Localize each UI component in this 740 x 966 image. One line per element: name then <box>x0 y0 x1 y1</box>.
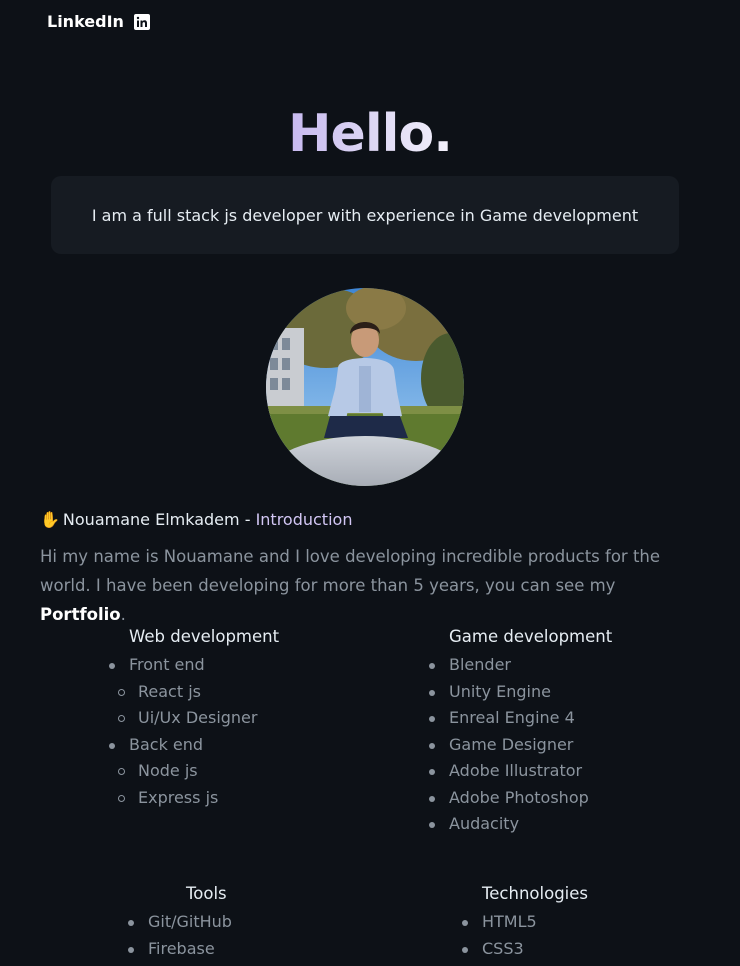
game-development-list: Blender Unity Engine Enreal Engine 4 Gam… <box>429 652 612 838</box>
hero-title: Hello. <box>0 104 740 164</box>
list-item: Blender <box>429 652 612 679</box>
list-item: Git/GitHub <box>128 909 232 936</box>
intro-end: . <box>120 605 126 624</box>
list-item: Adobe Photoshop <box>429 785 612 812</box>
list-item: Node js <box>109 758 279 785</box>
tools-list: Git/GitHub Firebase <box>128 909 232 962</box>
list-item: Game Designer <box>429 732 612 759</box>
heading-separator: - <box>239 510 256 529</box>
list-item: Audacity <box>429 811 612 838</box>
list-item: Front end <box>109 652 279 679</box>
top-nav: LinkedIn <box>47 12 150 31</box>
list-item: Unity Engine <box>429 679 612 706</box>
list-item: Firebase <box>128 936 232 963</box>
game-development-title: Game development <box>449 627 613 646</box>
intro-section-label: Introduction <box>255 510 353 529</box>
portfolio-link[interactable]: Portfolio <box>40 605 121 624</box>
list-item: HTML5 <box>462 909 588 936</box>
list-item: Enreal Engine 4 <box>429 705 612 732</box>
portfolio-page: LinkedIn Hello. I am a full stack js dev… <box>0 0 740 966</box>
list-item: Express js <box>109 785 279 812</box>
linkedin-icon[interactable] <box>133 13 150 30</box>
tools-title: Tools <box>186 884 227 903</box>
list-item: Back end <box>109 732 279 759</box>
intro-text: Hi my name is Nouamane and I love develo… <box>40 547 661 595</box>
profile-photo-image <box>266 288 464 486</box>
tools-column: Tools Git/GitHub Firebase <box>128 884 232 962</box>
hero-greeting: Hello. <box>288 104 453 164</box>
linkedin-link[interactable]: LinkedIn <box>47 12 124 31</box>
web-development-list: Front end React js Ui/Ux Designer Back e… <box>109 652 279 811</box>
technologies-title: Technologies <box>482 884 588 903</box>
web-development-title: Web development <box>129 627 280 646</box>
list-item: Ui/Ux Designer <box>109 705 279 732</box>
list-item: React js <box>109 679 279 706</box>
technologies-list: HTML5 CSS3 <box>462 909 588 962</box>
technologies-column: Technologies HTML5 CSS3 <box>462 884 588 962</box>
intro-paragraph: Hi my name is Nouamane and I love develo… <box>40 542 700 629</box>
game-development-column: Game development Blender Unity Engine En… <box>429 627 612 838</box>
intro-heading: ✋ Nouamane Elmkadem - Introduction <box>40 510 352 529</box>
profile-photo <box>266 288 464 486</box>
list-item: CSS3 <box>462 936 588 963</box>
raised-hand-icon: ✋ <box>40 510 60 529</box>
web-development-column: Web development Front end React js Ui/Ux… <box>109 627 279 811</box>
profile-name: Nouamane Elmkadem <box>62 510 240 529</box>
list-item: Adobe Illustrator <box>429 758 612 785</box>
tagline-card: I am a full stack js developer with expe… <box>51 176 679 254</box>
tagline-text: I am a full stack js developer with expe… <box>91 205 639 225</box>
